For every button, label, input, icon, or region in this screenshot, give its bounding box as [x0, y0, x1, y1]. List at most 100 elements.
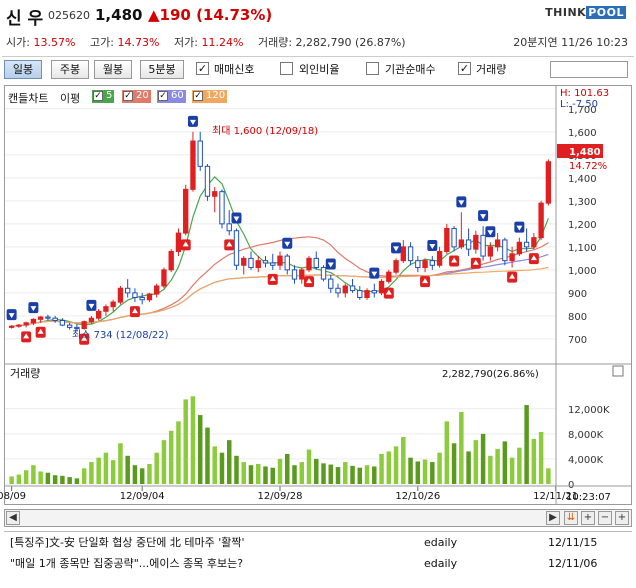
candle-body — [45, 316, 51, 319]
volume-bar — [248, 465, 254, 484]
volume-bar — [9, 476, 14, 484]
volume-panel-close-icon[interactable] — [612, 365, 624, 377]
candle-body — [132, 292, 138, 298]
candle-body — [400, 246, 406, 262]
candle-body — [422, 260, 428, 269]
candle-body — [154, 285, 160, 295]
candle-body — [320, 267, 327, 280]
candle-body — [226, 223, 232, 232]
ma120-line — [11, 266, 549, 327]
zoom-reset-icon[interactable]: + — [615, 511, 629, 525]
candle-body — [306, 257, 312, 271]
volume-tick-label: 4,000K — [568, 455, 604, 466]
volume-bar — [263, 466, 268, 484]
volume-bar — [270, 467, 275, 484]
price-tick-label: 1,200 — [568, 220, 597, 231]
price-tick-label: 1,600 — [568, 128, 597, 139]
volume-bar — [132, 465, 138, 484]
candle-body — [494, 239, 501, 248]
candle-body — [23, 322, 29, 326]
price-tick-label: 1,400 — [568, 174, 597, 185]
candle-body — [480, 234, 486, 257]
high-label: H: 101.63 — [560, 88, 609, 99]
candle-body — [364, 290, 370, 298]
candle-body — [487, 246, 494, 257]
zoom-in-icon[interactable]: + — [581, 511, 595, 525]
volume-bar — [372, 466, 377, 484]
candle-body — [52, 317, 58, 321]
volume-bar — [285, 453, 290, 484]
volume-bar — [437, 452, 442, 484]
zoom-out-icon[interactable]: − — [598, 511, 612, 525]
candle-body — [168, 250, 174, 271]
candle-body — [204, 165, 211, 197]
volume-bar — [45, 472, 51, 484]
news-source: edaily — [424, 536, 458, 549]
volume-bar — [299, 462, 305, 484]
volume-bar — [205, 427, 210, 484]
max-annotation: 최대 1,600 (12/09/18) — [212, 125, 318, 137]
volume-bar — [538, 431, 544, 484]
volume-panel-label: 거래량 — [10, 367, 40, 380]
news-row[interactable]: [특징주]文-安 단일화 협상 중단에 北 테마주 '활짝' edaily 12… — [4, 532, 632, 554]
candle-body — [378, 280, 385, 294]
candle-body — [255, 260, 261, 269]
stock-chart-svg: 7008009001,0001,1001,2001,3001,4001,5001… — [0, 86, 631, 504]
volume-bar — [190, 396, 196, 484]
candle-body — [219, 191, 225, 225]
news-row[interactable]: "매일 1개 종목만 집중공략"...에이스 종목 후보는? edaily 12… — [4, 553, 632, 575]
news-source: edaily — [424, 557, 458, 570]
volume-bar — [67, 477, 72, 484]
candle-body — [538, 202, 544, 239]
scroll-end-icon[interactable]: ⇊ — [564, 511, 578, 525]
news-date: 12/11/06 — [548, 557, 598, 570]
volume-bar — [415, 461, 421, 484]
scroll-right-icon[interactable]: ▶ — [546, 511, 560, 525]
x-tick-label: 08/09 — [0, 491, 26, 502]
volume-bar — [401, 437, 406, 484]
volume-bar — [241, 462, 246, 484]
volume-bar — [139, 468, 145, 484]
candle-body — [516, 241, 523, 255]
volume-bar — [16, 474, 22, 484]
candle-body — [103, 306, 109, 312]
candle-body — [277, 255, 283, 266]
news-title[interactable]: [특징주]文-安 단일화 협상 중단에 北 테마주 '활짝' — [10, 532, 245, 554]
candle-body — [88, 317, 95, 323]
volume-bar — [422, 459, 428, 484]
volume-bar — [459, 411, 464, 484]
candle-body — [502, 239, 508, 262]
volume-bar — [154, 452, 159, 484]
candle-body — [241, 257, 247, 266]
candle-body — [523, 241, 530, 248]
scroll-left-icon[interactable]: ◀ — [6, 511, 20, 525]
volume-bar — [118, 443, 123, 484]
candle-body — [545, 161, 552, 204]
candle-body — [473, 234, 479, 250]
candle-body — [74, 326, 80, 330]
volume-bar — [96, 457, 101, 484]
candle-body — [531, 237, 537, 248]
candle-body — [175, 232, 182, 252]
current-change-tag: 14.72% — [569, 161, 607, 172]
volume-bar — [357, 467, 363, 484]
volume-bar — [517, 447, 522, 484]
news-title[interactable]: "매일 1개 종목만 집중공략"...에이스 종목 후보는? — [10, 553, 243, 575]
volume-bar — [466, 451, 471, 484]
candle-body — [313, 257, 319, 269]
chart-scrollbar[interactable]: ◀ ▶ ⇊ + − + — [4, 509, 632, 527]
volume-bar — [328, 464, 334, 484]
volume-bar — [161, 440, 167, 484]
candle-body — [357, 290, 363, 298]
volume-bar — [350, 465, 355, 484]
volume-bar — [226, 440, 232, 484]
candle-body — [30, 318, 37, 324]
candle-body — [335, 287, 341, 294]
candle-body — [328, 278, 334, 289]
candle-body — [190, 140, 196, 190]
candle-body — [262, 260, 269, 264]
candle-body — [458, 239, 465, 248]
volume-bar — [23, 470, 29, 484]
price-tick-label: 700 — [568, 335, 587, 346]
volume-bar — [531, 438, 537, 484]
